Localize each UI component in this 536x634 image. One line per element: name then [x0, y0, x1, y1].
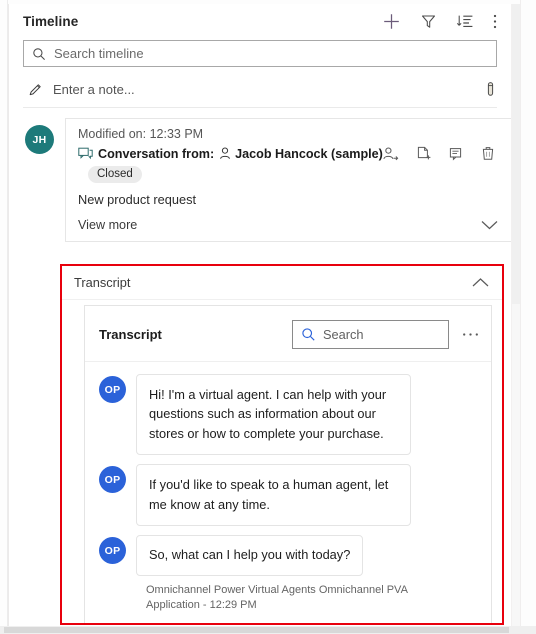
message-bubble: So, what can I help you with today? [136, 535, 364, 576]
record-body: Modified on: 12:33 PM Conversation from: [65, 118, 511, 242]
message-bubble: Hi! I'm a virtual agent. I can help with… [136, 374, 411, 456]
message-bubble: If you'd like to speak to a human agent,… [136, 464, 411, 527]
paperclip-icon[interactable] [484, 81, 497, 98]
view-more-button[interactable]: View more [66, 207, 511, 241]
transcript-messages: OP Hi! I'm a virtual agent. I can help w… [85, 362, 491, 623]
modified-timestamp: Modified on: 12:33 PM [78, 127, 204, 141]
timeline-header-actions [382, 12, 497, 31]
transcript-section-header[interactable]: Transcript [62, 266, 502, 300]
conversation-icon [78, 147, 93, 161]
note-placeholder: Enter a note... [53, 82, 135, 97]
panel-right-divider [520, 0, 521, 634]
search-icon [32, 47, 46, 61]
avatar-initials: OP [104, 383, 121, 396]
status-badge: Closed [88, 166, 142, 183]
record-subject: New product request [78, 192, 197, 207]
timeline-panel-screen: Timeline Search timeline Enter a note...… [0, 0, 536, 634]
avatar: OP [99, 376, 126, 403]
transcript-card-title: Transcript [99, 327, 162, 342]
contact-name-link[interactable]: Jacob Hancock (sample) [235, 147, 383, 161]
conversation-row: Conversation from: Jacob Hancock (sample… [78, 146, 501, 161]
chevron-down-icon[interactable] [480, 219, 499, 231]
search-timeline-placeholder: Search timeline [54, 46, 144, 61]
record-modified-line: Modified on: 12:33 PM Conversation from: [66, 127, 511, 161]
chat-message: OP If you'd like to speak to a human age… [99, 464, 481, 527]
transcript-card-header: Transcript Search [85, 306, 491, 362]
page-title: Timeline [23, 13, 79, 29]
avatar-initials: OP [104, 473, 121, 486]
chevron-up-icon[interactable] [471, 277, 490, 289]
transcript-search-placeholder: Search [323, 327, 364, 342]
more-icon[interactable] [493, 13, 497, 30]
search-timeline-input[interactable]: Search timeline [23, 40, 497, 67]
conversation-label: Conversation from: [98, 146, 215, 161]
view-more-label: View more [78, 218, 138, 232]
avatar-initials: OP [104, 544, 121, 557]
horizontal-scrollbar-thumb[interactable] [4, 627, 509, 633]
chat-message: OP Hi! I'm a virtual agent. I can help w… [99, 374, 481, 456]
timeline-record[interactable]: JH Modified on: 12:33 PM Conversation fr… [9, 118, 511, 242]
avatar: OP [99, 466, 126, 494]
avatar: JH [25, 125, 54, 154]
status-badge-row: Closed [66, 161, 511, 183]
transcript-search-input[interactable]: Search [292, 320, 449, 349]
search-icon [301, 327, 316, 342]
horizontal-scrollbar[interactable] [0, 626, 536, 634]
ellipsis-icon[interactable] [462, 332, 479, 337]
message-metadata: Omnichannel Power Virtual Agents Omnicha… [146, 583, 408, 612]
filter-icon[interactable] [420, 13, 437, 30]
vertical-scrollbar-thumb[interactable] [512, 4, 520, 304]
avatar-initials: JH [32, 133, 47, 146]
vertical-scrollbar[interactable] [512, 4, 520, 626]
record-row-actions [383, 146, 501, 161]
chat-message: OP So, what can I help you with today? [99, 535, 481, 576]
add-to-queue-icon[interactable] [416, 146, 432, 161]
transcript-section-label: Transcript [74, 275, 131, 290]
note-entry-row[interactable]: Enter a note... [23, 72, 497, 108]
avatar: OP [99, 537, 126, 565]
person-icon [219, 147, 231, 160]
delete-icon[interactable] [481, 146, 495, 161]
pencil-icon [23, 82, 47, 97]
search-timeline-container: Search timeline [9, 38, 511, 67]
transcript-card: Transcript Search OP Hi! I'm a virtual a… [84, 305, 492, 623]
timeline-header: Timeline [9, 4, 511, 38]
transcript-section-highlight: Transcript Transcript Search OP Hi! I'm … [60, 264, 504, 625]
assign-icon[interactable] [383, 147, 399, 161]
sort-icon[interactable] [456, 13, 474, 30]
add-note-icon[interactable] [449, 147, 464, 161]
add-icon[interactable] [382, 12, 401, 31]
